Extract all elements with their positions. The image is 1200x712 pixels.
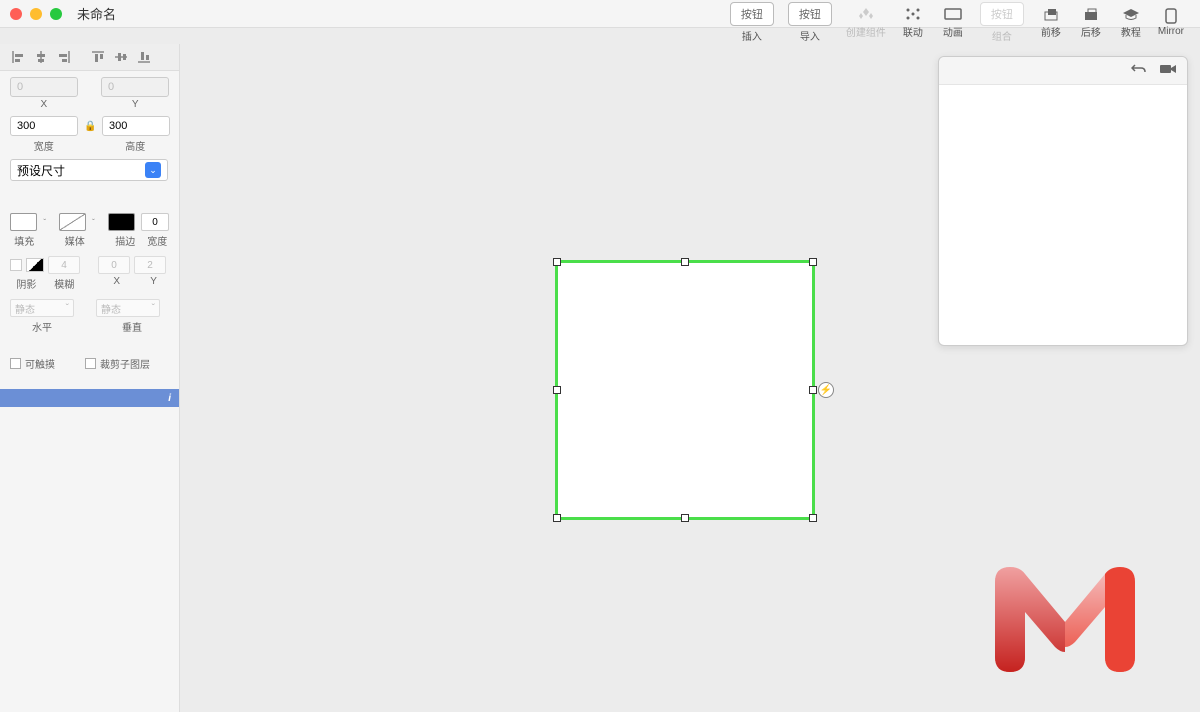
backward-button[interactable]: 后移 — [1072, 4, 1110, 41]
horizontal-constraint-select[interactable]: 静态ˇ — [10, 299, 74, 317]
preview-header — [939, 57, 1187, 85]
preview-panel — [938, 56, 1188, 346]
align-left-icon[interactable] — [8, 48, 28, 66]
align-center-h-icon[interactable] — [31, 48, 51, 66]
create-component-button[interactable]: 创建组件 — [840, 4, 892, 41]
mirror-icon — [1162, 8, 1180, 24]
height-label: 高度 — [101, 138, 169, 153]
undo-icon[interactable] — [1131, 61, 1147, 80]
resize-handle-tl[interactable] — [553, 258, 561, 266]
shadow-y-input[interactable] — [134, 256, 166, 274]
camera-icon[interactable] — [1159, 62, 1177, 80]
tutorial-icon — [1122, 6, 1140, 22]
y-label: Y — [101, 99, 169, 110]
resize-handle-bl[interactable] — [553, 514, 561, 522]
vertical-constraint-select[interactable]: 静态ˇ — [96, 299, 160, 317]
combine-button[interactable]: 按钮 组合 — [974, 0, 1030, 45]
layer-indicator: i — [168, 393, 171, 404]
traffic-lights — [10, 8, 62, 20]
media-swatch[interactable] — [59, 213, 86, 231]
animation-icon — [944, 6, 962, 22]
chevron-down-icon[interactable]: ˇ — [43, 218, 53, 227]
component-icon — [857, 6, 875, 22]
import-button[interactable]: 按钮 导入 — [782, 0, 838, 45]
main-toolbar: 按钮 插入 按钮 导入 创建组件 联动 动画 按钮 组合 前移 后 — [714, 0, 1200, 44]
chevron-down-icon: ⌄ — [145, 162, 161, 178]
close-button[interactable] — [10, 8, 22, 20]
backward-icon — [1082, 6, 1100, 22]
maximize-button[interactable] — [50, 8, 62, 20]
link-icon — [904, 6, 922, 22]
style-section: ˇ ˇ 填充 媒体 描边 宽度 阴影 模糊 X Y — [0, 207, 179, 348]
blur-input[interactable] — [48, 256, 80, 274]
insert-button[interactable]: 按钮 插入 — [724, 0, 780, 45]
y-input[interactable] — [101, 77, 169, 97]
height-input[interactable] — [102, 116, 170, 136]
resize-handle-mr[interactable] — [809, 386, 817, 394]
animation-button[interactable]: 动画 — [934, 4, 972, 41]
resize-handle-tm[interactable] — [681, 258, 689, 266]
lock-icon[interactable]: 🔒 — [84, 121, 96, 132]
canvas[interactable]: ⚡ — [180, 44, 1200, 712]
resize-handle-bm[interactable] — [681, 514, 689, 522]
x-input[interactable] — [10, 77, 78, 97]
lightning-icon[interactable]: ⚡ — [818, 382, 834, 398]
properties-panel: X Y 🔒 宽度 高度 预设尺寸 ⌄ ˇ ˇ 填充 — [0, 44, 180, 712]
forward-icon — [1042, 6, 1060, 22]
resize-handle-ml[interactable] — [553, 386, 561, 394]
align-center-v-icon[interactable] — [111, 48, 131, 66]
preset-label: 预设尺寸 — [17, 162, 65, 179]
gmail-logo — [980, 552, 1150, 682]
mirror-button[interactable]: Mirror — [1152, 6, 1190, 39]
tutorial-button[interactable]: 教程 — [1112, 4, 1150, 41]
resize-handle-br[interactable] — [809, 514, 817, 522]
fill-swatch[interactable] — [10, 213, 37, 231]
stroke-swatch[interactable] — [108, 213, 135, 231]
clip-children-checkbox[interactable]: 裁剪子图层 — [85, 356, 150, 371]
options-row: 可触摸 裁剪子图层 — [0, 348, 179, 379]
link-button[interactable]: 联动 — [894, 4, 932, 41]
minimize-button[interactable] — [30, 8, 42, 20]
layer-selection-bar[interactable]: i — [0, 389, 179, 407]
forward-button[interactable]: 前移 — [1032, 4, 1070, 41]
alignment-toolbar — [0, 44, 179, 71]
align-right-icon[interactable] — [54, 48, 74, 66]
resize-handle-tr[interactable] — [809, 258, 817, 266]
shadow-x-input[interactable] — [98, 256, 130, 274]
window-title: 未命名 — [77, 4, 116, 23]
shadow-color-swatch[interactable] — [26, 258, 44, 272]
width-label: 宽度 — [10, 138, 78, 153]
width-input[interactable] — [10, 116, 78, 136]
position-section: X Y 🔒 宽度 高度 预设尺寸 ⌄ — [0, 71, 179, 187]
align-top-icon[interactable] — [88, 48, 108, 66]
align-bottom-icon[interactable] — [134, 48, 154, 66]
selected-rectangle[interactable]: ⚡ — [555, 260, 815, 520]
preset-dropdown[interactable]: 预设尺寸 ⌄ — [10, 159, 168, 181]
chevron-down-icon[interactable]: ˇ — [92, 218, 102, 227]
shadow-checkbox[interactable] — [10, 259, 22, 271]
touchable-checkbox[interactable]: 可触摸 — [10, 356, 55, 371]
stroke-width-input[interactable] — [141, 213, 169, 231]
x-label: X — [10, 99, 78, 110]
